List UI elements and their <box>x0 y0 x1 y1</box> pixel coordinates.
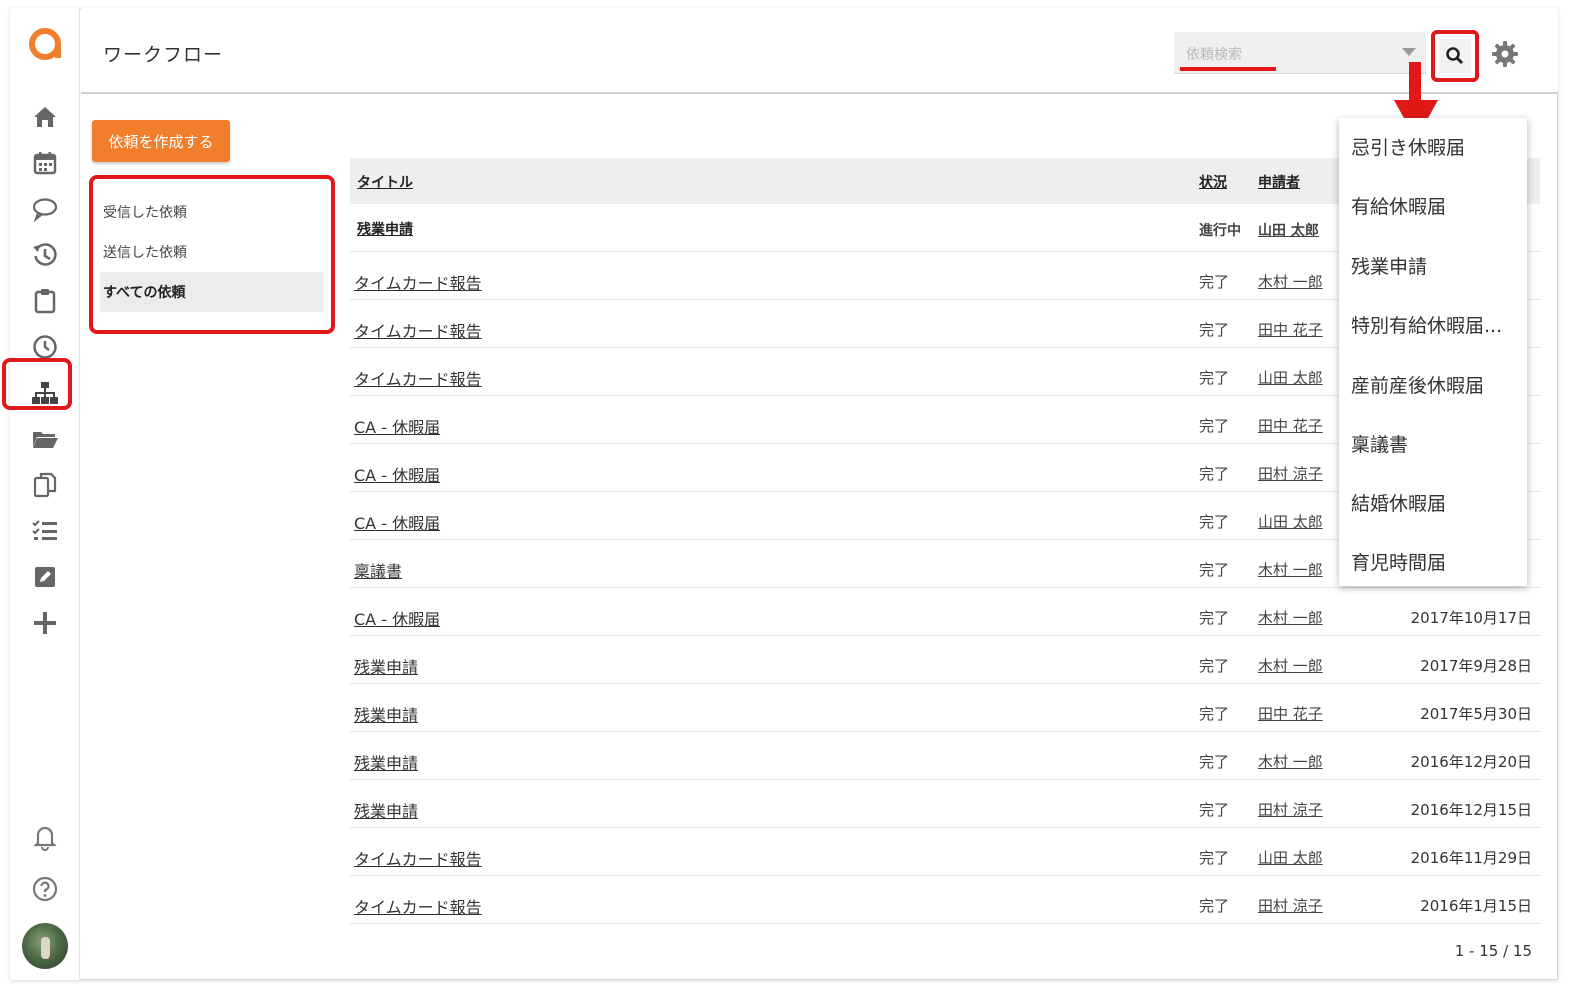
table-row[interactable] <box>350 636 1540 684</box>
row-status: 完了 <box>1199 753 1230 771</box>
row-applicant-link[interactable]: 田村 涼子 <box>1258 799 1323 820</box>
row-title-link[interactable]: タイムカード報告 <box>354 894 482 918</box>
row-status: 完了 <box>1199 561 1230 579</box>
table-row[interactable] <box>350 828 1540 876</box>
row-status: 完了 <box>1199 801 1230 819</box>
search-input[interactable]: 依頼検索 <box>1174 32 1426 74</box>
row-status: 完了 <box>1199 273 1230 291</box>
row-title-link[interactable]: 残業申請 <box>357 219 413 239</box>
row-title-link[interactable]: 残業申請 <box>354 750 418 774</box>
row-applicant-link[interactable]: 木村 一郎 <box>1258 271 1323 292</box>
row-status: 完了 <box>1199 897 1230 915</box>
row-applicant-link[interactable]: 山田 太郎 <box>1258 367 1323 388</box>
gear-icon[interactable] <box>1491 40 1519 68</box>
help-icon[interactable] <box>28 872 62 906</box>
dropdown-item[interactable]: 残業申請 <box>1351 252 1427 279</box>
search-placeholder: 依頼検索 <box>1186 47 1242 63</box>
copy-icon[interactable] <box>28 468 62 502</box>
row-title-link[interactable]: CA - 休暇届 <box>354 510 440 534</box>
table-row[interactable] <box>350 588 1540 636</box>
row-applicant-link[interactable]: 木村 一郎 <box>1258 751 1323 772</box>
edit-icon[interactable] <box>28 560 62 594</box>
row-title-link[interactable]: タイムカード報告 <box>354 270 482 294</box>
row-title-link[interactable]: タイムカード報告 <box>354 846 482 870</box>
row-status: 完了 <box>1199 705 1230 723</box>
row-date: 2016年12月15日 <box>1410 801 1532 819</box>
pagination: 1 - 15 / 15 <box>1454 942 1532 960</box>
chevron-down-icon[interactable] <box>1402 48 1416 56</box>
page-title: ワークフロー <box>103 44 224 66</box>
row-date: 2016年11月29日 <box>1410 849 1532 867</box>
row-applicant-link[interactable]: 山田 太郎 <box>1258 847 1323 868</box>
row-status: 完了 <box>1199 657 1230 675</box>
clipboard-icon[interactable] <box>28 284 62 318</box>
table-row[interactable] <box>350 876 1540 924</box>
checklist-icon[interactable] <box>28 514 62 548</box>
row-applicant-link[interactable]: 木村 一郎 <box>1258 607 1323 628</box>
row-title-link[interactable]: 残業申請 <box>354 654 418 678</box>
row-applicant-link[interactable]: 田中 花子 <box>1258 703 1323 724</box>
row-title-link[interactable]: 稟議書 <box>354 558 402 582</box>
filter-sent[interactable]: 送信した依頼 <box>100 232 324 272</box>
plus-icon[interactable] <box>28 606 62 640</box>
avatar[interactable] <box>22 923 68 969</box>
row-status: 進行中 <box>1199 223 1241 239</box>
bell-icon[interactable] <box>28 820 62 854</box>
column-status[interactable]: 状況 <box>1199 172 1227 192</box>
folder-icon[interactable] <box>28 422 62 456</box>
dropdown-item[interactable]: 稟議書 <box>1351 430 1408 457</box>
filter-all[interactable]: すべての依頼 <box>100 272 324 312</box>
workflow-nav-highlight <box>2 358 72 410</box>
search-highlight-underline <box>1180 67 1276 71</box>
filter-received[interactable]: 受信した依頼 <box>100 192 324 232</box>
dropdown-item[interactable]: 特別有給休暇届... <box>1351 311 1502 338</box>
calendar-icon[interactable] <box>28 146 62 180</box>
row-applicant-link[interactable]: 田村 涼子 <box>1258 463 1323 484</box>
app-logo-icon[interactable] <box>27 26 63 62</box>
row-applicant-link[interactable]: 木村 一郎 <box>1258 655 1323 676</box>
row-applicant-link[interactable]: 田中 花子 <box>1258 415 1323 436</box>
sidebar <box>10 8 80 980</box>
row-date: 2016年12月20日 <box>1410 753 1532 771</box>
row-status: 完了 <box>1199 417 1230 435</box>
table-row[interactable] <box>350 684 1540 732</box>
dropdown-item[interactable]: 育児時間届 <box>1351 548 1446 575</box>
header: ワークフロー 依頼検索 <box>81 8 1558 94</box>
row-applicant-link[interactable]: 山田 太郎 <box>1258 220 1319 240</box>
column-title[interactable]: タイトル <box>357 172 413 192</box>
create-request-button[interactable]: 依頼を作成する <box>92 120 230 162</box>
row-status: 完了 <box>1199 609 1230 627</box>
search-icon <box>1446 47 1464 65</box>
row-status: 完了 <box>1199 369 1230 387</box>
row-title-link[interactable]: 残業申請 <box>354 702 418 726</box>
row-date: 2016年1月15日 <box>1420 897 1532 915</box>
column-applicant[interactable]: 申請者 <box>1258 172 1300 192</box>
row-date: 2017年5月30日 <box>1420 705 1532 723</box>
row-status: 完了 <box>1199 321 1230 339</box>
row-title-link[interactable]: CA - 休暇届 <box>354 462 440 486</box>
row-status: 完了 <box>1199 849 1230 867</box>
chat-icon[interactable] <box>28 192 62 226</box>
history-icon[interactable] <box>28 238 62 272</box>
row-applicant-link[interactable]: 田中 花子 <box>1258 319 1323 340</box>
row-applicant-link[interactable]: 山田 太郎 <box>1258 511 1323 532</box>
row-title-link[interactable]: タイムカード報告 <box>354 318 482 342</box>
row-status: 完了 <box>1199 465 1230 483</box>
row-status: 完了 <box>1199 513 1230 531</box>
row-date: 2017年10月17日 <box>1410 609 1532 627</box>
table-row[interactable] <box>350 732 1540 780</box>
row-title-link[interactable]: CA - 休暇届 <box>354 414 440 438</box>
dropdown-item[interactable]: 有給休暇届 <box>1351 192 1446 219</box>
home-icon[interactable] <box>28 100 62 134</box>
dropdown-item[interactable]: 産前産後休暇届 <box>1351 371 1484 398</box>
row-title-link[interactable]: タイムカード報告 <box>354 366 482 390</box>
row-applicant-link[interactable]: 木村 一郎 <box>1258 559 1323 580</box>
row-title-link[interactable]: 残業申請 <box>354 798 418 822</box>
row-title-link[interactable]: CA - 休暇届 <box>354 606 440 630</box>
dropdown-item[interactable]: 結婚休暇届 <box>1351 489 1446 516</box>
dropdown-item[interactable]: 忌引き休暇届 <box>1351 133 1465 160</box>
row-date: 2017年9月28日 <box>1420 657 1532 675</box>
table-row[interactable] <box>350 780 1540 828</box>
row-applicant-link[interactable]: 田村 涼子 <box>1258 895 1323 916</box>
